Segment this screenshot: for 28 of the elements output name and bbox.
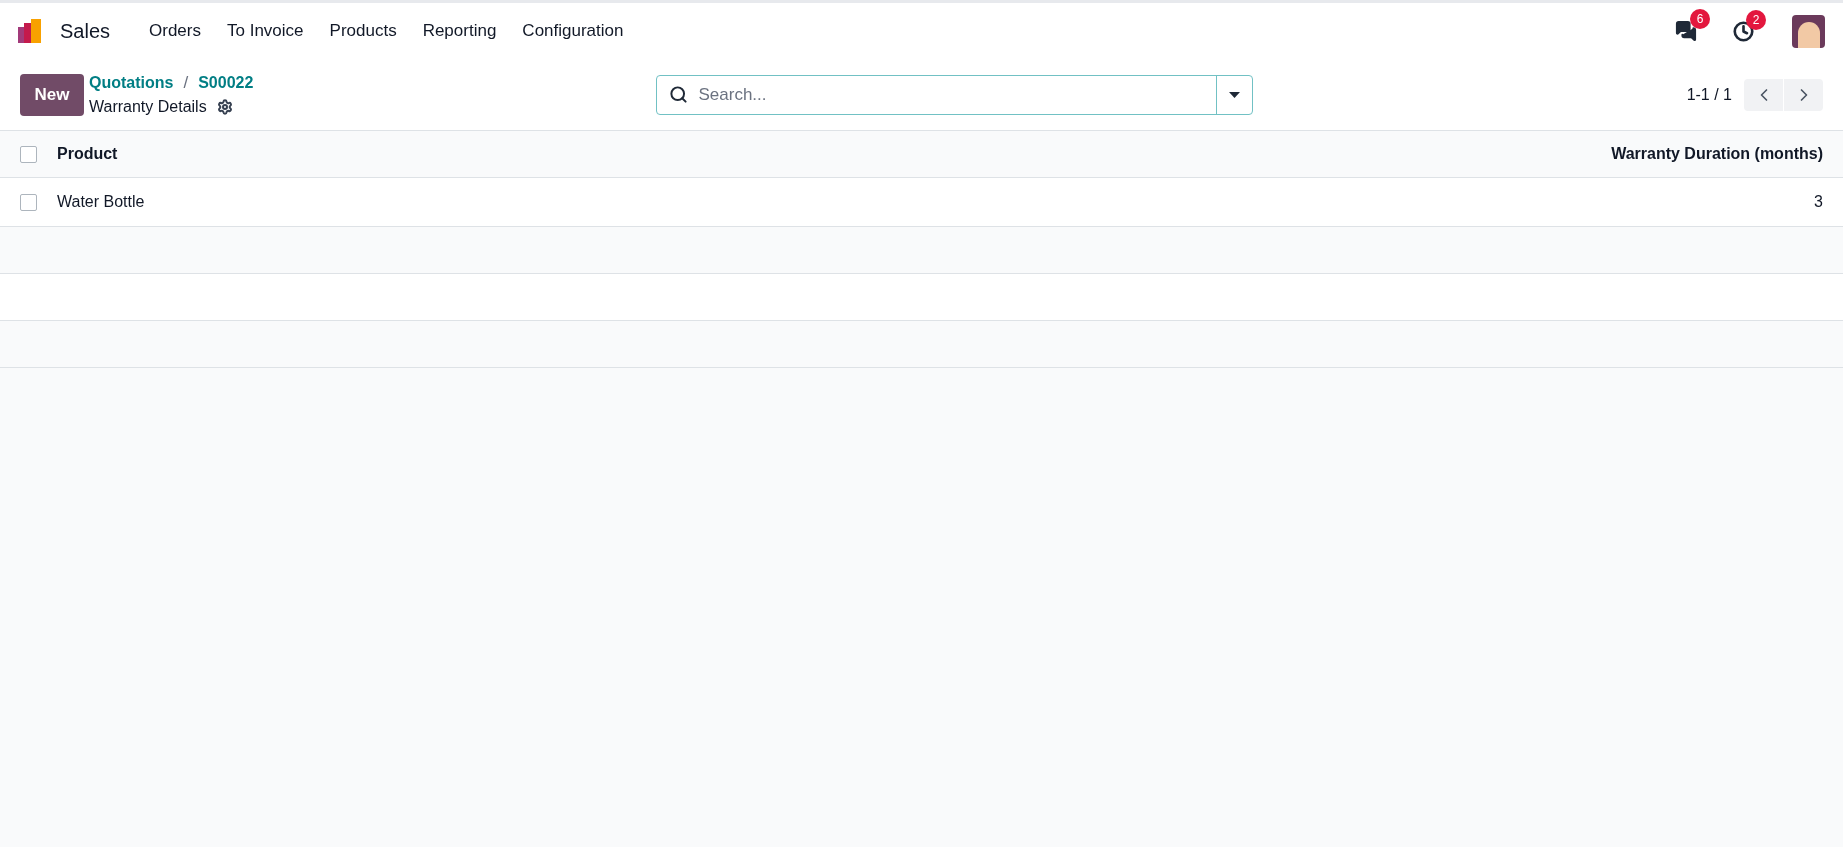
notification-badge: 6 (1690, 9, 1710, 29)
checkbox[interactable] (20, 145, 37, 163)
notification-badge: 2 (1746, 9, 1766, 30)
search-bar[interactable]: Search... (656, 74, 1254, 115)
menu-item[interactable]: To Invoice (214, 10, 317, 52)
caret-icon (1229, 91, 1241, 98)
search-icon (669, 85, 689, 104)
breadcrumb-link[interactable]: Quotations (89, 70, 174, 95)
menu-item[interactable]: Products (316, 10, 410, 52)
page-title: Warranty Details (89, 96, 207, 117)
menu-item[interactable]: Orders (136, 10, 214, 52)
search-field[interactable]: Search... (698, 81, 1217, 108)
pager-value: 1-1 / 1 (1686, 84, 1732, 105)
table-cell-text: 3 (1814, 192, 1823, 212)
table-cell-text: Water Bottle (57, 192, 145, 212)
breadcrumb-link[interactable]: S00022 (198, 70, 254, 95)
column-header[interactable]: Product (57, 142, 118, 166)
menu-item[interactable]: Reporting (409, 10, 510, 52)
chat-icon[interactable] (1675, 20, 1697, 42)
new-button[interactable]: New (20, 73, 84, 116)
breadcrumb-separator: / (183, 71, 189, 94)
column-header[interactable]: Warranty Duration (months) (1611, 142, 1823, 166)
avatar[interactable] (1792, 14, 1825, 48)
settings-icon[interactable] (216, 98, 233, 115)
app-name[interactable]: Sales (60, 16, 111, 46)
checkbox[interactable] (20, 193, 37, 211)
menu-item[interactable]: Configuration (509, 10, 637, 52)
clock-icon[interactable] (1733, 20, 1754, 42)
